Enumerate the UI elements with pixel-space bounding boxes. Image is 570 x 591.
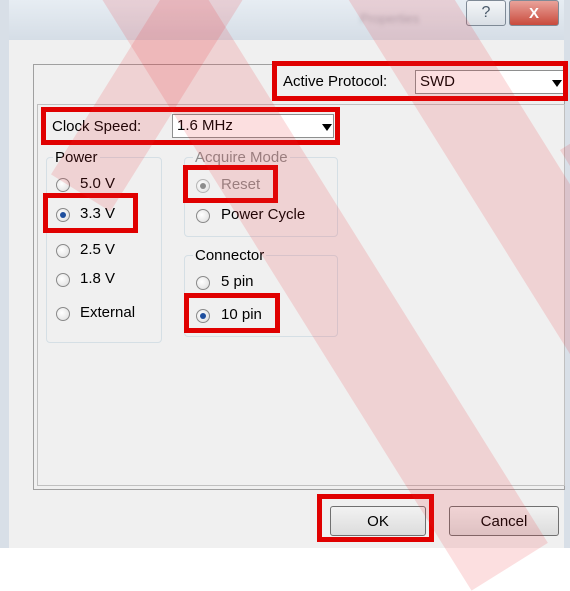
- acquire-power-cycle-radio[interactable]: [196, 209, 210, 223]
- connector-5pin-radio[interactable]: [196, 276, 210, 290]
- connector-group-title: Connector: [193, 247, 267, 265]
- power-external-label[interactable]: External: [80, 304, 135, 321]
- close-icon: X: [528, 4, 539, 22]
- help-button[interactable]: ?: [466, 0, 506, 26]
- power-1v8-radio[interactable]: [56, 273, 70, 287]
- power-2v5-label[interactable]: 2.5 V: [80, 241, 115, 258]
- power-2v5-radio[interactable]: [56, 244, 70, 258]
- power-1v8-label[interactable]: 1.8 V: [80, 270, 115, 287]
- connector-5pin-label[interactable]: 5 pin: [221, 273, 254, 290]
- close-button[interactable]: X: [509, 0, 559, 26]
- help-icon: ?: [481, 4, 491, 21]
- highlight-box-10pin: [184, 293, 280, 333]
- power-external-radio[interactable]: [56, 307, 70, 321]
- window-frame-left: [0, 0, 9, 548]
